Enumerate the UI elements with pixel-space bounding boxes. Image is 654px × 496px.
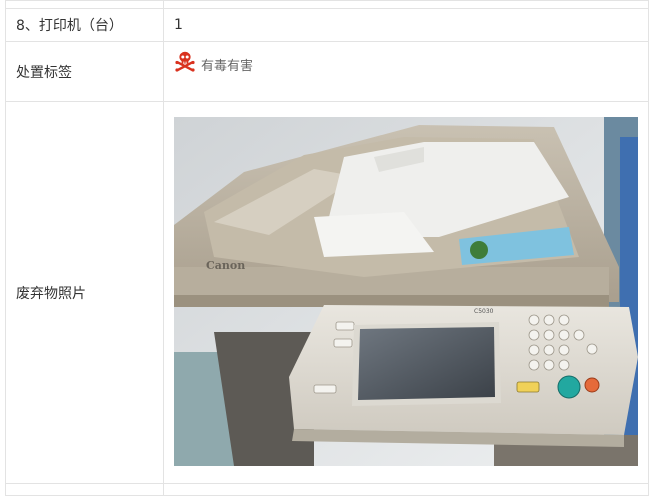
disposal-tag-value: 有毒有害 [163,41,649,102]
table-row-top-edge [5,0,649,9]
skull-crossbones-icon [175,51,195,72]
waste-info-table: 8、打印机（台） 1 处置标签 有毒有害 废弃物照片 Canon C5030 [5,0,649,496]
table-cell-top-left [5,0,164,9]
printer-count-value: 1 [163,8,649,42]
table-row-bottom-edge [5,483,649,496]
waste-info-sheet: 8、打印机（台） 1 处置标签 有毒有害 废弃物照片 Canon C5030 [0,0,654,496]
waste-photo-cell: Canon C5030 [163,101,649,484]
hazard-badge-text: 有毒有害 [201,58,254,74]
table-row-waste-photo: 废弃物照片 Canon C5030 [5,101,649,484]
printer-photo: Canon C5030 [174,116,638,466]
printer-model-text: C5030 [474,308,494,315]
table-row-disposal-tag: 处置标签 有毒有害 [5,41,649,102]
table-cell-bottom-right [163,483,649,496]
table-cell-bottom-left [5,483,164,496]
printer-brand-text: Canon [206,259,245,272]
disposal-tag-label: 处置标签 [5,41,164,102]
table-row-printer-count: 8、打印机（台） 1 [5,8,649,42]
printer-count-label: 8、打印机（台） [5,8,164,42]
hazard-badge: 有毒有害 [174,50,253,75]
waste-photo-label: 废弃物照片 [5,101,164,484]
table-cell-top-right [163,0,649,9]
